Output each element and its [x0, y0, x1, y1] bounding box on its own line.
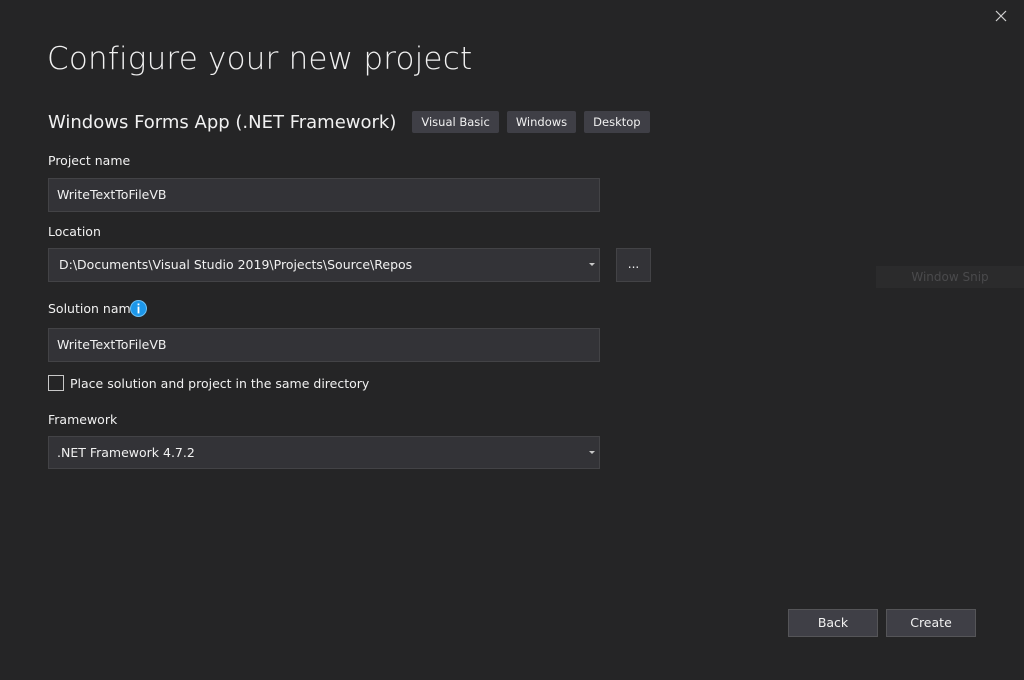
template-name: Windows Forms App (.NET Framework) [48, 111, 397, 133]
project-name-value: WriteTextToFileVB [57, 187, 167, 202]
close-icon [995, 10, 1007, 22]
project-name-input[interactable]: WriteTextToFileVB [48, 178, 600, 212]
framework-value: .NET Framework 4.7.2 [57, 445, 195, 460]
solution-name-value: WriteTextToFileVB [57, 337, 167, 352]
solution-name-label: Solution name [48, 301, 139, 316]
location-combobox[interactable]: D:\Documents\Visual Studio 2019\Projects… [48, 248, 600, 282]
chevron-down-icon[interactable] [589, 263, 595, 266]
framework-combobox[interactable]: .NET Framework 4.7.2 [48, 436, 600, 469]
back-button[interactable]: Back [788, 609, 878, 637]
location-value: D:\Documents\Visual Studio 2019\Projects… [59, 257, 413, 272]
tag-language: Visual Basic [412, 111, 499, 133]
template-summary: Windows Forms App (.NET Framework) Visua… [48, 110, 658, 134]
same-directory-label[interactable]: Place solution and project in the same d… [70, 376, 369, 391]
tag-project-type: Desktop [584, 111, 650, 133]
window-snip-overlay: Window Snip [876, 266, 1024, 288]
page-title: Configure your new project [47, 41, 473, 77]
solution-name-input[interactable]: WriteTextToFileVB [48, 328, 600, 362]
configure-project-dialog: Configure your new project Windows Forms… [0, 0, 1024, 680]
chevron-down-icon[interactable] [589, 451, 595, 454]
location-label: Location [48, 224, 101, 239]
framework-label: Framework [48, 412, 118, 427]
tag-platform: Windows [506, 111, 577, 133]
browse-location-button[interactable]: ... [616, 248, 651, 282]
project-name-label: Project name [48, 153, 131, 168]
same-directory-checkbox[interactable] [48, 375, 64, 391]
info-icon[interactable] [130, 300, 147, 317]
create-button[interactable]: Create [886, 609, 976, 637]
close-button[interactable] [990, 5, 1012, 27]
